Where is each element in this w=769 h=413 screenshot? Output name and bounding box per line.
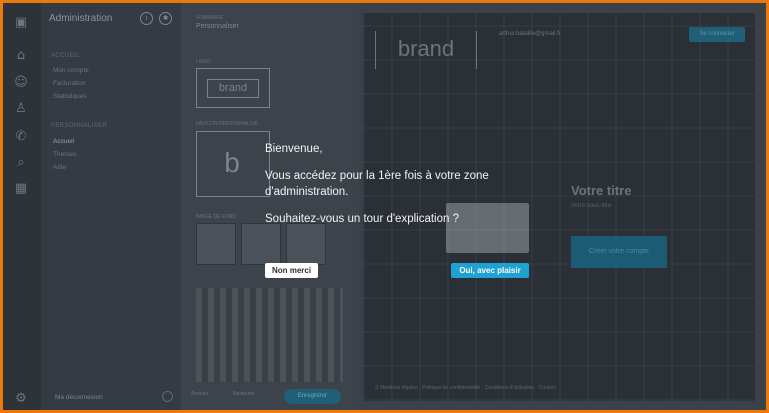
background-preview-image (196, 288, 343, 382)
phone-icon[interactable]: ✆ (13, 129, 29, 145)
logo-icon[interactable]: ▣ (13, 15, 29, 31)
tour-question: Souhaitez-vous un tour d'explication ? (265, 213, 459, 225)
sidebar-item-mon-compte[interactable]: Mon compte (53, 67, 89, 74)
restore-link[interactable]: Restaurer (233, 391, 255, 397)
home-icon[interactable]: ⌂ (13, 48, 29, 64)
sidebar-item-aide[interactable]: Aide (53, 164, 66, 171)
welcome-dialog: Bienvenue, Vous accédez pour la 1ère foi… (253, 133, 538, 283)
app-frame: ▣ ⌂ ☺ ♙ ✆ ⌕ ▦ ⚙ Administration i ✱ Accue… (3, 3, 766, 410)
welcome-message-line-1: Vous accédez pour la 1ère fois à votre z… (265, 170, 489, 182)
welcome-greeting: Bienvenue, (265, 143, 323, 155)
sidebar: Administration i ✱ Accueil Mon compte Fa… (41, 3, 181, 410)
logo-upload[interactable]: brand (196, 68, 270, 108)
background-thumb-1[interactable] (196, 223, 236, 265)
sidebar-item-themes[interactable]: Themes (53, 151, 76, 158)
save-button[interactable]: Enregistrer (284, 389, 341, 404)
layout-icon[interactable]: ▦ (13, 181, 29, 197)
accept-tour-button[interactable]: Oui, avec plaisir (451, 263, 529, 278)
logo-section-label: Logo (196, 59, 211, 65)
tour-preview-image (446, 203, 529, 253)
preview-cta-button[interactable]: Créer votre compte (571, 236, 667, 268)
favicon-b-icon: b (224, 147, 240, 178)
sidebar-item-statistiques[interactable]: Statistiques (53, 93, 87, 100)
logout-link[interactable]: Ma déconnexion (55, 394, 103, 401)
sidebar-item-facturation[interactable]: Facturation (53, 80, 86, 87)
preview-title: Votre titre (571, 183, 632, 198)
power-icon[interactable] (162, 391, 173, 402)
decline-tour-button[interactable]: Non merci (265, 263, 318, 278)
panel-title: Personnaliser (196, 23, 239, 30)
brand-logo-preview: brand (207, 79, 259, 98)
preview-login-button[interactable]: Se connecter (689, 27, 745, 42)
icon-rail: ▣ ⌂ ☺ ♙ ✆ ⌕ ▦ ⚙ (3, 3, 41, 410)
sidebar-item-accueil[interactable]: Accueil (53, 138, 74, 145)
images-section-label: Image de fond (196, 214, 237, 220)
info-icon[interactable]: i (140, 12, 153, 25)
user-icon[interactable]: ♙ (13, 101, 29, 117)
gear-icon[interactable]: ✱ (159, 12, 172, 25)
settings-icon[interactable]: ⚙ (13, 391, 29, 407)
panel-label: Sommaire (196, 15, 224, 21)
preview-user-email: arthur.bataille@gmail.fr (499, 31, 561, 37)
welcome-message-line-2: d'administration. (265, 186, 349, 198)
sidebar-title: Administration (49, 13, 113, 24)
search-icon[interactable]: ⌕ (13, 155, 29, 171)
preview-footer: © Mentions légales · Politique de confid… (375, 385, 556, 391)
preview-subtitle: Votre sous-titre (571, 203, 612, 209)
users-icon[interactable]: ☺ (13, 75, 29, 91)
sidebar-section-personnaliser: Personnaliser (51, 123, 108, 129)
preview-brand-logo: brand (375, 31, 477, 69)
sidebar-section-accueil: Accueil (51, 53, 80, 59)
cancel-link[interactable]: Annuler (191, 391, 208, 397)
favicon-section-label: Favicon personnalisé (196, 121, 258, 127)
